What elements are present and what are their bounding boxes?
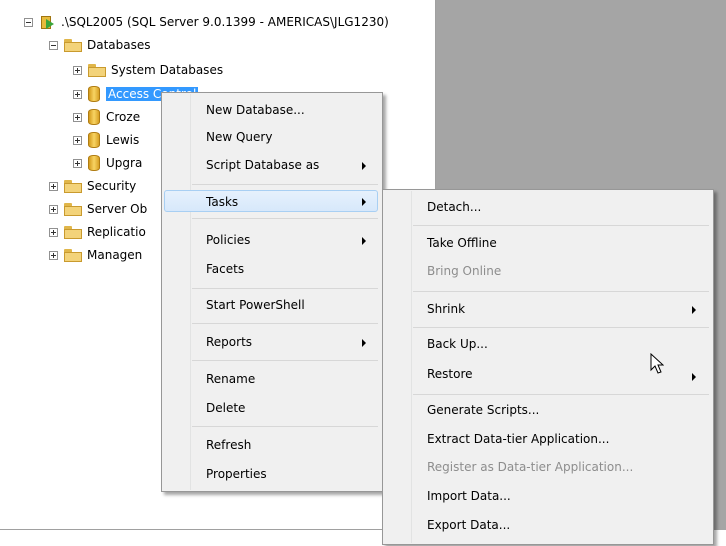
tree-node-label: Managen <box>87 248 143 262</box>
submenu-arrow-icon <box>362 339 366 347</box>
menu-item-take-offline[interactable]: Take Offline <box>427 232 497 254</box>
folder-icon <box>64 225 82 239</box>
menu-item-restore[interactable]: Restore <box>427 363 473 385</box>
menu-item-bring-online: Bring Online <box>427 264 502 278</box>
menu-item-refresh[interactable]: Refresh <box>206 434 251 456</box>
tree-node-server-objects[interactable]: Server Ob <box>49 199 147 219</box>
tree-node-label: System Databases <box>111 63 224 77</box>
tree-node-server[interactable]: .\SQL2005 (SQL Server 9.0.1399 - AMERICA… <box>24 12 389 32</box>
tree-node-label: Replicatio <box>87 225 146 239</box>
tree-node-label: Databases <box>87 38 151 52</box>
menu-separator <box>192 218 378 219</box>
menu-item-facets[interactable]: Facets <box>206 258 244 280</box>
submenu-arrow-icon <box>692 306 696 314</box>
menu-item-shrink[interactable]: Shrink <box>427 298 465 320</box>
database-icon <box>88 132 100 148</box>
menu-item-back-up[interactable]: Back Up... <box>427 333 488 355</box>
menu-item-script-database-as[interactable]: Script Database as <box>206 154 319 176</box>
tree-node-label: Server Ob <box>87 202 148 216</box>
expand-icon[interactable] <box>73 65 82 75</box>
expand-icon[interactable] <box>49 227 58 237</box>
tree-node-security[interactable]: Security <box>49 176 136 196</box>
menu-separator <box>192 426 378 427</box>
database-icon <box>88 155 100 171</box>
folder-icon <box>88 63 106 77</box>
menu-item-properties[interactable]: Properties <box>206 463 267 485</box>
expand-icon[interactable] <box>73 158 82 168</box>
menu-separator <box>192 288 378 289</box>
submenu-arrow-icon <box>362 237 366 245</box>
expand-icon[interactable] <box>73 135 82 145</box>
folder-icon <box>64 179 82 193</box>
menu-item-extract-data-tier[interactable]: Extract Data-tier Application... <box>427 428 609 450</box>
menu-item-reports[interactable]: Reports <box>206 331 252 353</box>
tree-node-label: Croze <box>106 110 141 124</box>
menu-item-new-database[interactable]: New Database... <box>206 99 305 121</box>
tree-node-label: .\SQL2005 (SQL Server 9.0.1399 - AMERICA… <box>61 15 389 29</box>
expand-icon[interactable] <box>73 89 82 99</box>
menu-item-label: Tasks <box>206 195 239 209</box>
menu-item-generate-scripts[interactable]: Generate Scripts... <box>427 399 539 421</box>
expand-icon[interactable] <box>73 112 82 122</box>
menu-separator <box>413 225 709 226</box>
menu-item-policies[interactable]: Policies <box>206 229 250 251</box>
menu-item-register-data-tier: Register as Data-tier Application... <box>427 460 634 474</box>
menu-item-detach[interactable]: Detach... <box>427 196 481 218</box>
menu-separator <box>413 291 709 292</box>
tree-node-system-databases[interactable]: System Databases <box>73 60 223 80</box>
menu-item-new-query[interactable]: New Query <box>206 126 272 148</box>
collapse-icon[interactable] <box>49 40 58 50</box>
folder-icon <box>64 38 82 52</box>
collapse-icon[interactable] <box>24 17 33 27</box>
tree-node-databases[interactable]: Databases <box>49 35 151 55</box>
menu-item-delete[interactable]: Delete <box>206 397 245 419</box>
submenu-arrow-icon <box>692 373 696 381</box>
tree-node-management[interactable]: Managen <box>49 245 142 265</box>
tasks-submenu: Detach... Take Offline Bring Online Shri… <box>382 189 714 545</box>
tree-node-database[interactable]: Lewis <box>73 130 139 150</box>
tree-node-label: Security <box>87 179 137 193</box>
database-context-menu: New Database... New Query Script Databas… <box>161 92 383 492</box>
menu-item-export-data[interactable]: Export Data... <box>427 514 510 536</box>
tree-node-database[interactable]: Upgra <box>73 153 142 173</box>
menu-separator <box>192 184 378 185</box>
database-icon <box>88 86 100 102</box>
folder-icon <box>64 248 82 262</box>
menu-separator <box>413 327 709 328</box>
menu-item-import-data[interactable]: Import Data... <box>427 485 511 507</box>
mouse-pointer-icon <box>650 353 664 374</box>
expand-icon[interactable] <box>49 250 58 260</box>
submenu-arrow-icon <box>362 162 366 170</box>
menu-item-tasks[interactable]: Tasks <box>164 190 378 212</box>
tree-node-database[interactable]: Croze <box>73 107 140 127</box>
expand-icon[interactable] <box>49 181 58 191</box>
submenu-arrow-icon <box>362 198 366 206</box>
menu-item-rename[interactable]: Rename <box>206 368 255 390</box>
tree-node-replication[interactable]: Replicatio <box>49 222 146 242</box>
database-icon <box>88 109 100 125</box>
expand-icon[interactable] <box>49 204 58 214</box>
folder-icon <box>64 202 82 216</box>
tree-node-label: Upgra <box>106 156 143 170</box>
menu-separator <box>192 360 378 361</box>
menu-separator <box>192 323 378 324</box>
server-icon <box>39 14 55 30</box>
menu-separator <box>413 394 709 395</box>
menu-item-start-powershell[interactable]: Start PowerShell <box>206 294 305 316</box>
tree-node-label: Lewis <box>106 133 140 147</box>
